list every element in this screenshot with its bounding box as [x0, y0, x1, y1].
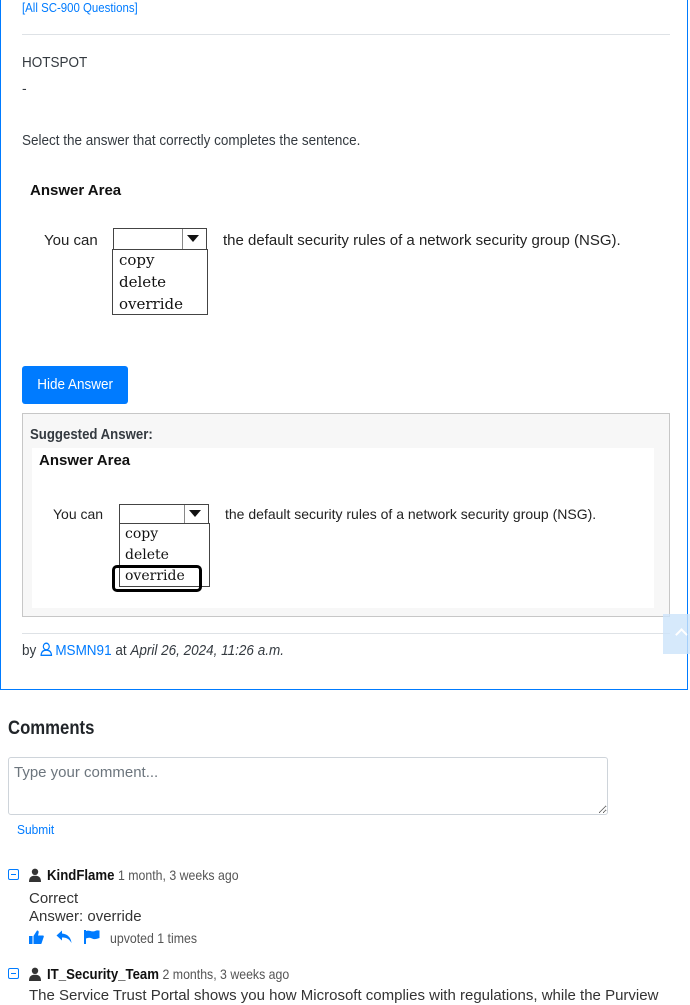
answer-area-title: Answer Area — [30, 182, 122, 199]
dropdown-arrow-icon — [183, 232, 203, 244]
suggested-answer-area: Answer Area You can copy delete override… — [32, 448, 654, 608]
sentence-end: the default security rules of a network … — [223, 232, 621, 249]
collapse-toggle-icon[interactable] — [8, 869, 19, 880]
author-link[interactable]: MSMN91 — [40, 642, 112, 659]
answer-area-title: Answer Area — [39, 452, 131, 469]
comment-time: 2 months, 3 weeks ago — [162, 966, 290, 982]
author-line: by MSMN91 at April 26, 2024, 11:26 a.m. — [22, 642, 284, 659]
dropdown-options: copy delete override — [112, 249, 208, 315]
hide-answer-button[interactable]: Hide Answer — [22, 366, 128, 404]
suggested-answer-box: Suggested Answer: Answer Area You can co… — [22, 413, 670, 617]
upvote-icon[interactable] — [29, 930, 44, 949]
question-answer-area: Answer Area You can copy delete override… — [30, 182, 670, 342]
option-copy: copy — [125, 526, 159, 542]
comment-author[interactable]: IT_Security_Team — [47, 966, 159, 983]
comment-input[interactable] — [8, 757, 608, 815]
comment-time: 1 month, 3 weeks ago — [118, 867, 239, 883]
sentence-end: the default security rules of a network … — [225, 506, 597, 522]
comment-author[interactable]: KindFlame — [47, 867, 114, 884]
comment-actions: upvoted 1 times — [29, 928, 688, 950]
divider — [22, 633, 670, 634]
comment-text: Correct Answer: override — [29, 890, 142, 925]
question-separator: - — [22, 80, 27, 96]
option-delete: delete — [125, 547, 169, 563]
suggested-answer-label: Suggested Answer: — [30, 426, 153, 443]
selected-answer-highlight — [112, 565, 202, 592]
question-card: [All SC-900 Questions] HOTSPOT - Select … — [0, 0, 688, 690]
all-questions-link[interactable]: [All SC-900 Questions] — [22, 0, 138, 15]
sentence-start: You can — [53, 506, 104, 522]
divider — [22, 34, 670, 35]
reply-icon[interactable] — [56, 930, 72, 949]
collapse-toggle-icon[interactable] — [8, 968, 19, 979]
answer-dropdown — [119, 504, 209, 524]
comments-title: Comments — [8, 718, 95, 739]
question-prompt: Select the answer that correctly complet… — [22, 132, 361, 149]
comment-text: The Service Trust Portal shows you how M… — [29, 987, 659, 1004]
option-override[interactable]: override — [113, 294, 207, 316]
scroll-to-top-button[interactable] — [663, 614, 690, 654]
dropdown-arrow-icon — [185, 507, 205, 519]
comment-item: KindFlame 1 month, 3 weeks ago Correct An… — [8, 866, 688, 950]
post-date: April 26, 2024, 11:26 a.m. — [130, 642, 284, 659]
comment-item: IT_Security_Team 2 months, 3 weeks ago Th… — [8, 965, 688, 1005]
user-icon — [29, 967, 41, 981]
user-icon — [29, 868, 41, 882]
sentence-start: You can — [44, 232, 98, 249]
question-type: HOTSPOT — [22, 54, 88, 71]
submit-comment-button[interactable]: Submit — [17, 822, 54, 837]
answer-dropdown[interactable] — [113, 228, 207, 250]
report-flag-icon[interactable] — [84, 930, 100, 949]
option-copy[interactable]: copy — [113, 250, 207, 272]
user-icon — [40, 642, 53, 656]
upvote-count: upvoted 1 times — [110, 930, 197, 946]
option-delete[interactable]: delete — [113, 272, 207, 294]
